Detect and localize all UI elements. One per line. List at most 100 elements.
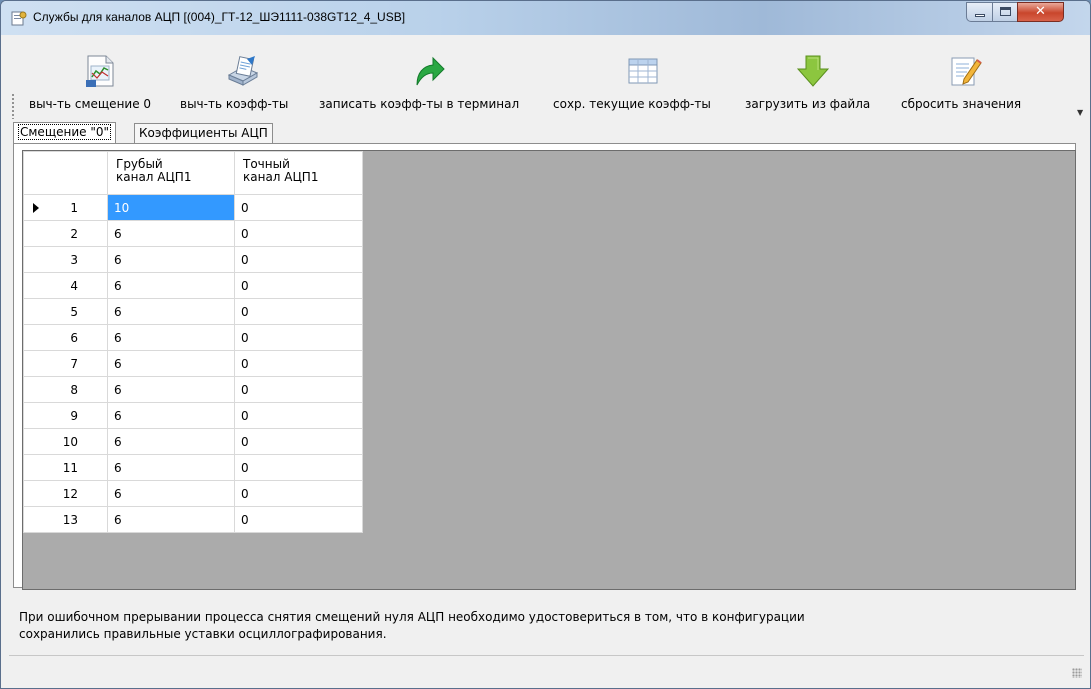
edit-reset-icon: [951, 57, 982, 86]
info-note: При ошибочном прерывании процесса снятия…: [19, 610, 805, 641]
table-row: 13 6 0: [23, 506, 363, 533]
table-row: 11 6 0: [23, 454, 363, 481]
fine-cell[interactable]: 0: [234, 350, 363, 377]
coarse-cell[interactable]: 6: [107, 272, 235, 299]
fine-cell[interactable]: 0: [234, 246, 363, 273]
save-coefficients-label: сохр. текущие коэфф-ты: [553, 97, 711, 111]
window-title: Службы для каналов АЦП [(004)_ГТ-12_ШЭ11…: [33, 10, 406, 24]
current-row-arrow-icon: [33, 203, 39, 213]
row-number: 10: [62, 434, 78, 449]
row-number: 8: [70, 382, 78, 397]
column-header-coarse[interactable]: Грубый канал АЦП1: [107, 151, 235, 195]
row-header[interactable]: 3: [23, 246, 108, 273]
row-number: 5: [70, 304, 78, 319]
row-header[interactable]: 5: [23, 298, 108, 325]
row-number: 12: [62, 486, 78, 501]
fine-cell[interactable]: 0: [234, 220, 363, 247]
table-row: 3 6 0: [23, 246, 363, 273]
coarse-cell[interactable]: 6: [107, 246, 235, 273]
calc-coefficients-icon: [227, 56, 259, 86]
reset-values-button[interactable]: сбросить значения: [901, 45, 1041, 115]
fine-cell[interactable]: 0: [234, 298, 363, 325]
table-row: 8 6 0: [23, 376, 363, 403]
tab-adc-coefficients[interactable]: Коэффициенты АЦП: [134, 123, 273, 143]
reset-values-label: сбросить значения: [901, 97, 1022, 111]
close-button[interactable]: ✕: [1017, 2, 1064, 22]
coarse-cell[interactable]: 6: [107, 454, 235, 481]
table-row: 6 6 0: [23, 324, 363, 351]
toolbar-overflow-icon[interactable]: ▼: [1077, 108, 1083, 117]
fine-cell[interactable]: 0: [234, 428, 363, 455]
tab-zero-offset-label: Смещение "0": [18, 124, 112, 140]
row-number: 2: [70, 226, 78, 241]
table-save-icon: [628, 58, 658, 84]
row-number: 11: [62, 460, 78, 475]
column-header-coarse-line2: канал АЦП1: [116, 170, 192, 184]
fine-cell[interactable]: 0: [234, 506, 363, 533]
row-header[interactable]: 11: [23, 454, 108, 481]
status-bar: [9, 655, 1084, 682]
coarse-cell[interactable]: 6: [107, 350, 235, 377]
row-number: 6: [70, 330, 78, 345]
row-header[interactable]: 6: [23, 324, 108, 351]
table-row: 5 6 0: [23, 298, 363, 325]
row-number: 1: [70, 200, 78, 215]
row-header[interactable]: 4: [23, 272, 108, 299]
fine-cell[interactable]: 0: [234, 454, 363, 481]
table-row: 9 6 0: [23, 402, 363, 429]
row-number: 3: [70, 252, 78, 267]
coarse-cell[interactable]: 6: [107, 324, 235, 351]
row-header[interactable]: 10: [23, 428, 108, 455]
write-arrow-icon: [416, 56, 445, 86]
app-icon: [11, 11, 27, 26]
coarse-cell[interactable]: 6: [107, 506, 235, 533]
row-header[interactable]: 13: [23, 506, 108, 533]
coarse-cell[interactable]: 6: [107, 220, 235, 247]
title-bar[interactable]: Службы для каналов АЦП [(004)_ГТ-12_ШЭ11…: [1, 1, 1090, 35]
header-row: Грубый канал АЦП1 Точный канал АЦП1: [23, 151, 363, 195]
calc-coefficients-label: выч-ть коэфф-ты: [180, 97, 289, 111]
tab-zero-offset[interactable]: Смещение "0": [13, 122, 117, 144]
toolbar-grip[interactable]: [12, 93, 14, 119]
fine-cell[interactable]: 0: [234, 480, 363, 507]
row-header[interactable]: 1: [23, 194, 108, 221]
main-content: выч-ть смещение 0 выч-ть коэфф-ты записа…: [9, 35, 1084, 688]
load-from-file-button[interactable]: загрузить из файла: [745, 45, 885, 115]
calc-offset-icon: [86, 55, 114, 87]
fine-cell[interactable]: 0: [234, 194, 363, 221]
write-to-terminal-button[interactable]: записать коэфф-ты в терминал: [319, 45, 541, 115]
coarse-cell[interactable]: 6: [107, 402, 235, 429]
data-grid[interactable]: Грубый канал АЦП1 Точный канал АЦП1 1 10…: [22, 150, 1076, 590]
resize-grip-icon[interactable]: [1072, 668, 1082, 678]
column-header-fine[interactable]: Точный канал АЦП1: [234, 151, 363, 195]
calc-coefficients-button[interactable]: выч-ть коэфф-ты: [180, 45, 308, 115]
coarse-cell[interactable]: 6: [107, 298, 235, 325]
coarse-cell[interactable]: 6: [107, 428, 235, 455]
calc-offset-button[interactable]: выч-ть смещение 0: [29, 45, 179, 115]
fine-cell[interactable]: 0: [234, 402, 363, 429]
fine-cell[interactable]: 0: [234, 272, 363, 299]
coarse-cell[interactable]: 10: [107, 194, 235, 221]
row-header[interactable]: 9: [23, 402, 108, 429]
row-header[interactable]: 12: [23, 480, 108, 507]
row-number: 4: [70, 278, 78, 293]
coarse-cell[interactable]: 6: [107, 376, 235, 403]
calc-offset-label: выч-ть смещение 0: [29, 97, 152, 111]
column-header-fine-line2: канал АЦП1: [243, 170, 319, 184]
row-number: 9: [70, 408, 78, 423]
minimize-button[interactable]: [966, 2, 993, 22]
maximize-icon: [1000, 7, 1011, 16]
offset-table: Грубый канал АЦП1 Точный канал АЦП1 1 10…: [23, 151, 363, 533]
close-icon: ✕: [1035, 4, 1046, 19]
maximize-button[interactable]: [992, 2, 1018, 22]
fine-cell[interactable]: 0: [234, 324, 363, 351]
row-number: 7: [70, 356, 78, 371]
row-header[interactable]: 8: [23, 376, 108, 403]
coarse-cell[interactable]: 6: [107, 480, 235, 507]
grid-corner-header[interactable]: [23, 151, 108, 195]
fine-cell[interactable]: 0: [234, 376, 363, 403]
row-header[interactable]: 2: [23, 220, 108, 247]
save-coefficients-button[interactable]: сохр. текущие коэфф-ты: [553, 45, 733, 115]
row-header[interactable]: 7: [23, 350, 108, 377]
table-row: 2 6 0: [23, 220, 363, 247]
